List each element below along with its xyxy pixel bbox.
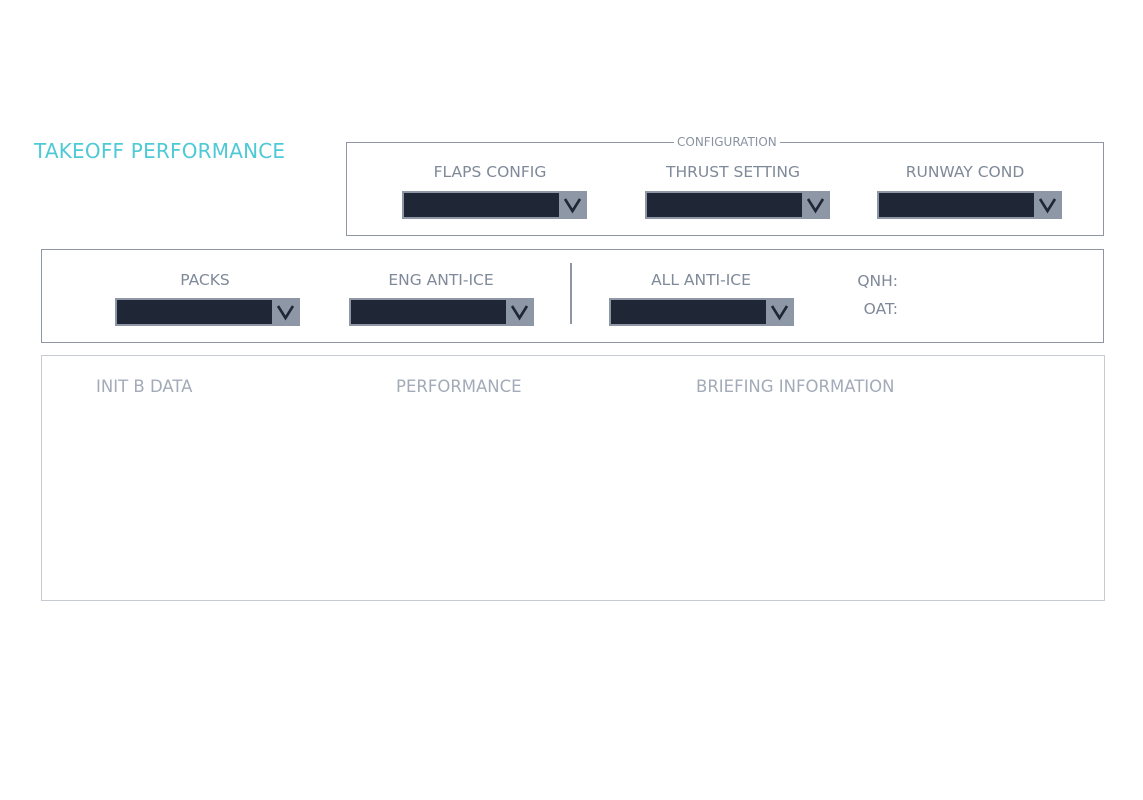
takeoff-performance-page: TAKEOFF PERFORMANCE CONFIGURATION FLAPS … (0, 0, 1143, 800)
qnh-label: QNH: (857, 272, 898, 290)
thrust-setting-label: THRUST SETTING (666, 163, 800, 181)
packs-label: PACKS (180, 271, 230, 289)
runway-cond-select[interactable] (877, 191, 1062, 219)
thrust-setting-value (647, 193, 802, 217)
group-divider (570, 263, 572, 324)
chevron-down-icon (563, 198, 582, 214)
thrust-setting-select[interactable] (645, 191, 830, 219)
page-title: TAKEOFF PERFORMANCE (34, 139, 286, 163)
chevron-down-icon (276, 305, 295, 321)
air-conditions-group (41, 249, 1104, 343)
configuration-legend: CONFIGURATION (674, 135, 780, 149)
eng-anti-ice-select[interactable] (349, 298, 534, 326)
tab-init-b-data[interactable]: INIT B DATA (96, 377, 192, 396)
flaps-config-select[interactable] (402, 191, 587, 219)
chevron-down-icon (806, 198, 825, 214)
chevron-down-icon (510, 305, 529, 321)
oat-label: OAT: (863, 300, 898, 318)
eng-anti-ice-value (351, 300, 506, 324)
chevron-down-icon (1038, 198, 1057, 214)
configuration-group (346, 142, 1104, 236)
info-tabs-panel (41, 355, 1105, 601)
all-anti-ice-label: ALL ANTI-ICE (651, 271, 751, 289)
tab-briefing-information[interactable]: BRIEFING INFORMATION (696, 377, 894, 396)
chevron-down-icon (770, 305, 789, 321)
eng-anti-ice-label: ENG ANTI-ICE (388, 271, 494, 289)
flaps-config-value (404, 193, 559, 217)
packs-select[interactable] (115, 298, 300, 326)
runway-cond-value (879, 193, 1034, 217)
all-anti-ice-select[interactable] (609, 298, 794, 326)
packs-value (117, 300, 272, 324)
flaps-config-label: FLAPS CONFIG (433, 163, 547, 181)
runway-cond-label: RUNWAY COND (905, 163, 1025, 181)
all-anti-ice-value (611, 300, 766, 324)
tab-performance[interactable]: PERFORMANCE (396, 377, 522, 396)
